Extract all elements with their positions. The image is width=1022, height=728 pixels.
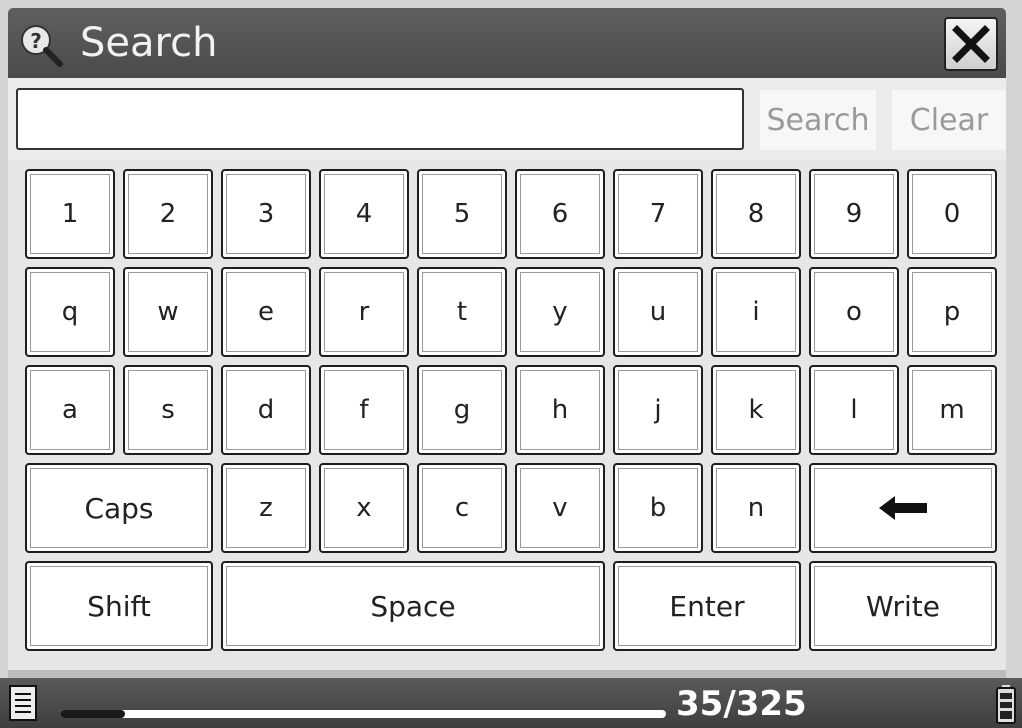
search-button[interactable]: Search — [760, 90, 876, 150]
clear-button[interactable]: Clear — [892, 90, 1006, 150]
key-f[interactable]: f — [319, 365, 409, 455]
backspace-key[interactable] — [809, 463, 997, 553]
key-x[interactable]: x — [319, 463, 409, 553]
battery-icon — [996, 685, 1016, 724]
space-key[interactable]: Space — [221, 561, 605, 651]
search-row: Search Clear — [8, 78, 1006, 160]
help-magnifier-icon: ? — [21, 25, 63, 67]
key-r[interactable]: r — [319, 267, 409, 357]
key-4[interactable]: 4 — [319, 169, 409, 259]
backspace-arrow-icon — [879, 496, 927, 520]
svg-text:?: ? — [30, 29, 42, 53]
key-k[interactable]: k — [711, 365, 801, 455]
reading-progress-bar[interactable] — [60, 710, 666, 718]
key-o[interactable]: o — [809, 267, 899, 357]
search-input[interactable] — [16, 88, 744, 150]
key-n[interactable]: n — [711, 463, 801, 553]
close-button[interactable] — [944, 17, 998, 71]
key-h[interactable]: h — [515, 365, 605, 455]
key-w[interactable]: w — [123, 267, 213, 357]
reading-progress-fill — [60, 710, 126, 718]
page-indicator: 35/325 — [676, 684, 807, 724]
divider — [8, 670, 1006, 678]
key-7[interactable]: 7 — [613, 169, 703, 259]
key-8[interactable]: 8 — [711, 169, 801, 259]
key-l[interactable]: l — [809, 365, 899, 455]
key-1[interactable]: 1 — [25, 169, 115, 259]
key-j[interactable]: j — [613, 365, 703, 455]
key-a[interactable]: a — [25, 365, 115, 455]
key-z[interactable]: z — [221, 463, 311, 553]
key-s[interactable]: s — [123, 365, 213, 455]
key-q[interactable]: q — [25, 267, 115, 357]
close-x-icon — [952, 25, 990, 63]
key-m[interactable]: m — [907, 365, 997, 455]
key-d[interactable]: d — [221, 365, 311, 455]
caps-key[interactable]: Caps — [25, 463, 213, 553]
key-b[interactable]: b — [613, 463, 703, 553]
key-0[interactable]: 0 — [907, 169, 997, 259]
key-e[interactable]: e — [221, 267, 311, 357]
key-t[interactable]: t — [417, 267, 507, 357]
key-y[interactable]: y — [515, 267, 605, 357]
key-2[interactable]: 2 — [123, 169, 213, 259]
key-v[interactable]: v — [515, 463, 605, 553]
enter-key[interactable]: Enter — [613, 561, 801, 651]
window-title: Search — [80, 20, 218, 66]
on-screen-keyboard: 1 2 3 4 5 6 7 8 9 0 q w e r t y u i o p … — [8, 160, 1006, 670]
key-6[interactable]: 6 — [515, 169, 605, 259]
key-c[interactable]: c — [417, 463, 507, 553]
key-u[interactable]: u — [613, 267, 703, 357]
key-9[interactable]: 9 — [809, 169, 899, 259]
key-i[interactable]: i — [711, 267, 801, 357]
shift-key[interactable]: Shift — [25, 561, 213, 651]
status-bar: 35/325 — [0, 678, 1022, 728]
key-g[interactable]: g — [417, 365, 507, 455]
title-bar: ? Search — [8, 8, 1006, 78]
key-3[interactable]: 3 — [221, 169, 311, 259]
write-key[interactable]: Write — [809, 561, 997, 651]
document-icon[interactable] — [8, 684, 38, 722]
key-5[interactable]: 5 — [417, 169, 507, 259]
key-p[interactable]: p — [907, 267, 997, 357]
